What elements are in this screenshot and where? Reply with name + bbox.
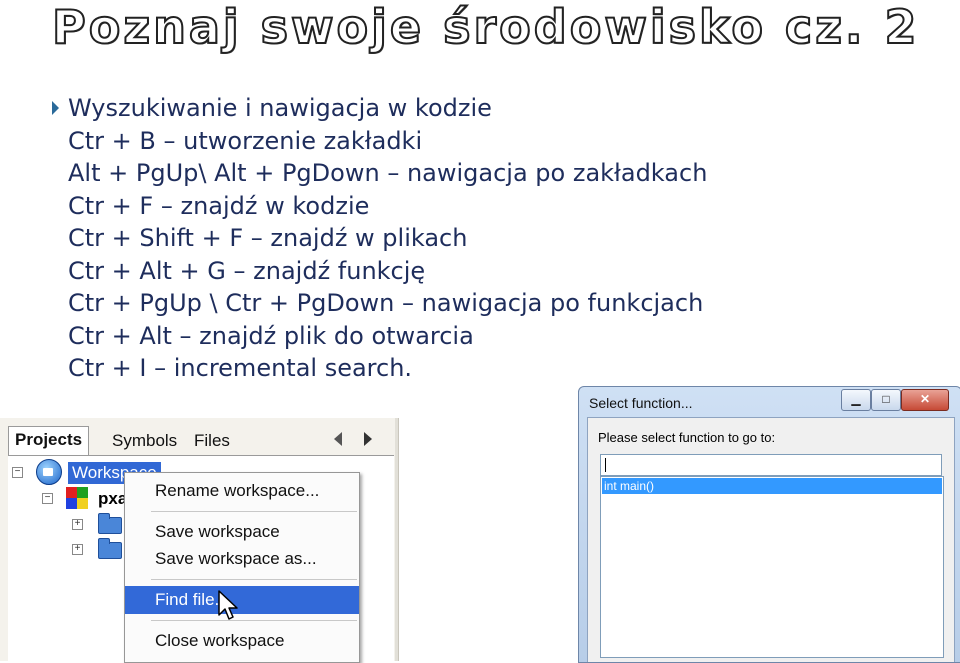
workspace-icon	[36, 459, 62, 485]
menu-item-label: Save workspace	[155, 522, 280, 541]
shortcut-keys: Ctr + Alt	[68, 321, 172, 350]
expand-icon[interactable]: +	[72, 544, 83, 555]
shortcut-line: Ctr + F – znajdź w kodzie	[68, 190, 707, 223]
shortcut-line: Ctr + Alt – znajdź plik do otwarcia	[68, 320, 707, 353]
menu-separator	[151, 511, 357, 512]
menu-item-find-file[interactable]: Find file...	[125, 586, 359, 614]
maximize-button[interactable]: □	[871, 389, 901, 411]
shortcut-keys: Alt + PgUp\ Alt + PgDown	[68, 159, 380, 187]
shortcut-keys: Ctr + I	[68, 354, 147, 382]
shortcut-line: Ctr + PgUp \ Ctr + PgDown – nawigacja po…	[68, 287, 707, 320]
shortcut-desc: – utworzenie zakładki	[163, 126, 423, 155]
tab-scroll-left-icon[interactable]	[334, 432, 342, 446]
shortcut-keys: Ctr + Alt + G	[68, 256, 226, 285]
tab-files[interactable]: Files	[188, 428, 236, 454]
shortcut-desc: – znajdź w kodzie	[160, 191, 370, 220]
collapse-icon[interactable]: −	[12, 467, 23, 478]
slide-title: Poznaj swoje środowisko cz. 2	[51, 0, 920, 55]
shortcut-desc: – znajdź plik do otwarcia	[179, 321, 474, 350]
select-function-dialog: Select function... ▁ □ ✕ Please select f…	[578, 386, 960, 663]
mouse-cursor-icon	[218, 590, 238, 620]
shortcut-desc: – znajdź w plikach	[250, 224, 468, 252]
shortcut-desc: – incremental search.	[154, 354, 413, 382]
bullet-arrow-icon	[52, 101, 59, 115]
bullet-heading: Wyszukiwanie i nawigacja w kodzie	[40, 92, 679, 125]
shortcut-desc: – nawigacja po zakładkach	[387, 159, 708, 187]
collapse-icon[interactable]: −	[42, 493, 53, 504]
menu-item-save-workspace[interactable]: Save workspace	[125, 518, 359, 546]
menu-item-label: Save workspace as...	[155, 549, 317, 568]
menu-item-label: Rename workspace...	[155, 481, 320, 500]
dialog-title: Select function...	[589, 395, 693, 411]
workspace-context-menu: Rename workspace... Save workspace Save …	[124, 472, 360, 663]
shortcut-line: Ctr + Shift + F – znajdź w plikach	[68, 222, 707, 255]
folder-icon[interactable]	[98, 538, 122, 559]
function-list[interactable]: int main()	[600, 476, 944, 658]
expand-icon[interactable]: +	[72, 519, 83, 530]
shortcut-line: Alt + PgUp\ Alt + PgDown – nawigacja po …	[68, 157, 707, 190]
tree-item-project[interactable]: pxa	[98, 489, 127, 509]
shortcut-keys: Ctr + PgUp \ Ctr + PgDown	[68, 289, 395, 317]
text-caret	[605, 458, 606, 472]
dialog-prompt: Please select function to go to:	[598, 430, 776, 445]
tab-symbols[interactable]: Symbols	[106, 428, 183, 454]
panel-edge	[395, 418, 398, 661]
menu-item-rename-workspace[interactable]: Rename workspace...	[125, 477, 359, 505]
shortcut-line: Ctr + B – utworzenie zakładki	[68, 125, 707, 158]
shortcut-desc: – znajdź funkcję	[233, 256, 426, 285]
menu-item-save-workspace-as[interactable]: Save workspace as...	[125, 545, 359, 573]
folder-icon[interactable]	[98, 513, 122, 534]
shortcut-line: Ctr + I – incremental search.	[68, 352, 707, 385]
project-icon	[66, 487, 88, 509]
menu-item-label: Close workspace	[155, 631, 285, 650]
shortcut-line: Ctr + Alt + G – znajdź funkcję	[68, 255, 707, 288]
list-item[interactable]: int main()	[602, 478, 942, 494]
function-search-input[interactable]	[600, 454, 942, 476]
shortcut-list: Wyszukiwanie i nawigacja w kodzie Ctr + …	[52, 92, 707, 385]
shortcut-keys: Ctr + B	[68, 126, 156, 155]
menu-item-close-workspace[interactable]: Close workspace	[125, 627, 359, 655]
dialog-body: Please select function to go to: int mai…	[587, 417, 955, 662]
menu-separator	[151, 620, 357, 621]
shortcut-keys: Ctr + F	[68, 191, 154, 220]
minimize-button[interactable]: ▁	[841, 389, 871, 411]
shortcut-keys: Ctr + Shift + F	[68, 224, 244, 252]
menu-separator	[151, 579, 357, 580]
tab-projects[interactable]: Projects	[8, 426, 90, 455]
shortcut-desc: – nawigacja po funkcjach	[402, 289, 704, 317]
bullet-heading-text: Wyszukiwanie i nawigacja w kodzie	[68, 94, 492, 122]
close-button[interactable]: ✕	[901, 389, 949, 411]
tab-scroll-right-icon[interactable]	[364, 432, 372, 446]
